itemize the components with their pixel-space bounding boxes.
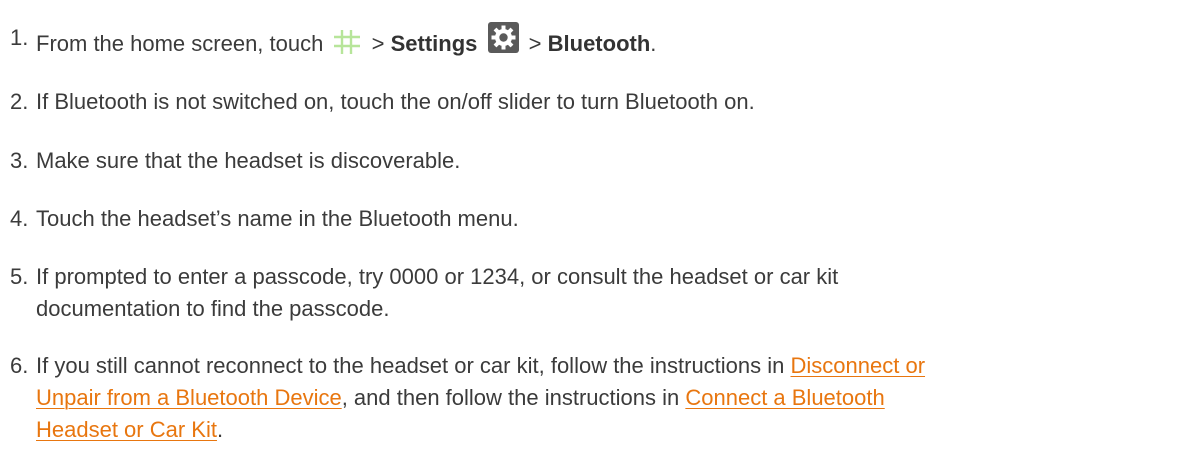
step-end: . (650, 31, 657, 56)
gear-icon (487, 22, 519, 53)
apps-grid-icon (333, 29, 361, 55)
step-number: 2. (10, 89, 29, 114)
step-text: If prompted to enter a passcode, try 000… (36, 261, 1176, 325)
step-number: 3. (10, 148, 29, 173)
step-text-middle: , and then follow the instructions in (341, 385, 680, 410)
step-text: If Bluetooth is not switched on, touch t… (36, 89, 755, 114)
step-text-line-1: If prompted to enter a passcode, try 000… (36, 264, 839, 289)
step-text-intro: From the home screen, touch (36, 31, 324, 56)
step-number: 4. (10, 206, 29, 231)
disconnect-unpair-link[interactable]: Unpair from a Bluetooth Device (36, 385, 342, 410)
bluetooth-label: Bluetooth (547, 31, 651, 56)
separator: > (528, 31, 542, 56)
step-number: 5. (10, 264, 29, 289)
step-number: 6. (10, 353, 29, 378)
instruction-list: 1. From the home screen, touch > Setting… (0, 0, 1189, 458)
separator: > (371, 31, 385, 56)
disconnect-unpair-link[interactable]: Disconnect or (791, 353, 926, 378)
settings-label: Settings (390, 31, 478, 56)
step-text: Make sure that the headset is discoverab… (36, 148, 461, 173)
step-text-line-2: documentation to find the passcode. (36, 296, 390, 321)
step-text: Touch the headset’s name in the Bluetoot… (36, 206, 519, 231)
connect-headset-link[interactable]: Connect a Bluetooth (685, 385, 884, 410)
step-text: From the home screen, touch > Settings >… (36, 22, 1176, 60)
step-text: If you still cannot reconnect to the hea… (36, 350, 1176, 446)
step-end: . (216, 417, 224, 442)
step-text-intro: If you still cannot reconnect to the hea… (36, 353, 785, 378)
step-number: 1. (10, 25, 29, 50)
connect-headset-link[interactable]: Headset or Car Kit (36, 417, 217, 442)
